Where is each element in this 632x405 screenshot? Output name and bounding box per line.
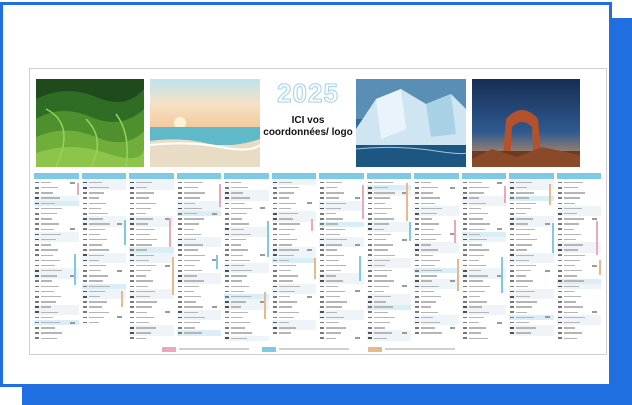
school-holiday-bar (121, 291, 123, 307)
school-holiday-bar (358, 256, 361, 281)
contact-placeholder: ICI vos coordonnées/ logo (263, 115, 353, 138)
month-column (176, 173, 221, 341)
school-holiday-bar (76, 183, 79, 195)
zone-b-chip (262, 346, 276, 352)
center-block: 2025 ICI vos coordonnées/ logo (262, 79, 354, 167)
month-header (556, 173, 601, 179)
day-row (176, 330, 221, 336)
month-column (319, 173, 364, 341)
month-header (129, 173, 174, 179)
day-row (366, 335, 411, 341)
school-holiday-bar (263, 292, 266, 319)
school-holiday-bar (311, 219, 313, 231)
school-holiday-bar (548, 184, 551, 205)
school-holiday-bar (314, 258, 316, 279)
school-holiday-bar (599, 260, 601, 275)
month-header (81, 173, 126, 179)
day-row (414, 330, 459, 335)
month-header (319, 173, 364, 179)
green-hills-photo (36, 79, 144, 167)
school-holiday-bar (596, 221, 598, 255)
school-holiday-bar (504, 186, 506, 203)
school-holiday-bar (406, 183, 408, 221)
day-row (34, 336, 79, 341)
school-holiday-bar (73, 254, 76, 285)
day-row (82, 320, 127, 325)
glacier-photo (356, 79, 466, 167)
month-header (461, 173, 506, 179)
school-holiday-bar (501, 257, 503, 293)
school-holiday-bar (216, 255, 218, 269)
legend-zone-b (262, 346, 349, 352)
beach-sunset-photo (150, 79, 260, 167)
day-row (224, 335, 269, 341)
month-column (271, 173, 317, 341)
year-title: 2025 (277, 78, 339, 108)
month-column (224, 173, 269, 341)
month-header (34, 173, 79, 179)
calendar-sheet: 2025 ICI vos coordonnées/ logo (29, 68, 607, 355)
month-header (366, 173, 411, 179)
school-holiday-bar (168, 218, 171, 247)
month-header (509, 173, 554, 179)
day-row (129, 336, 174, 341)
school-holiday-bar (409, 222, 411, 241)
school-holiday-bar (361, 185, 364, 219)
school-holiday-bar (456, 259, 459, 291)
day-row (462, 336, 507, 341)
school-holiday-bar (219, 184, 221, 207)
month-column (366, 173, 411, 341)
day-row (319, 336, 364, 341)
month-header (271, 173, 316, 179)
month-column (461, 173, 507, 341)
months-grid (34, 173, 604, 343)
rock-arch-photo (472, 79, 580, 167)
school-holiday-bar (124, 220, 126, 245)
zone-a-chip (162, 346, 176, 352)
month-column (414, 173, 459, 341)
school-holiday-bar (266, 221, 269, 257)
day-row (272, 330, 317, 335)
month-column (129, 173, 174, 341)
month-header (414, 173, 459, 179)
legend-zone-a (162, 346, 249, 352)
month-column (509, 173, 554, 341)
month-column (34, 173, 79, 341)
legend-zone-c (368, 346, 455, 352)
school-holiday-bar (551, 223, 554, 253)
month-column (556, 173, 602, 341)
month-header (176, 173, 221, 179)
month-column (81, 173, 127, 341)
day-row (509, 330, 554, 336)
zone-c-chip (368, 346, 382, 352)
day-row (557, 336, 602, 341)
month-header (224, 173, 269, 179)
school-holiday-bar (171, 257, 174, 295)
school-holiday-bar (453, 220, 456, 243)
